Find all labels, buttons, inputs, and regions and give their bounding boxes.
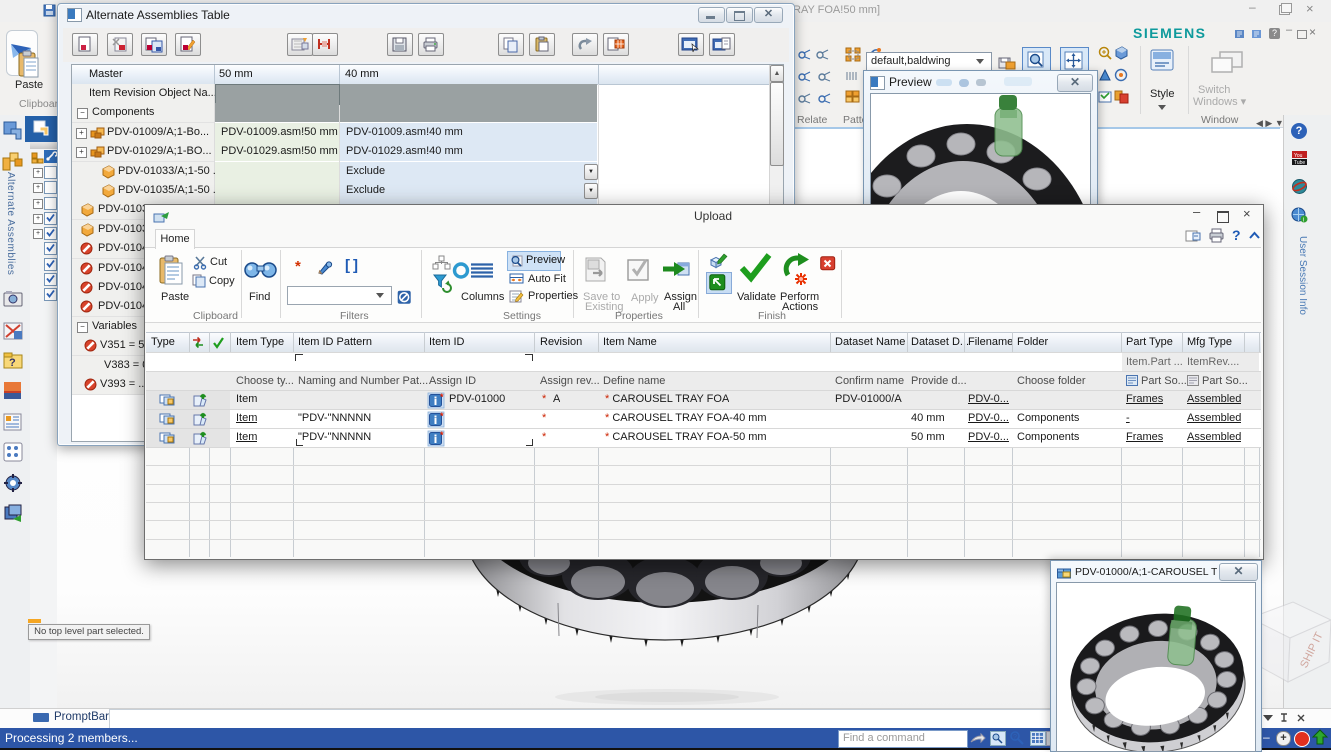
svg-text:You: You (1294, 153, 1303, 159)
svg-text:*: * (440, 392, 444, 402)
svg-text:?: ? (9, 357, 16, 369)
svg-text:i: i (1303, 218, 1304, 224)
svg-text:*: * (440, 411, 444, 421)
svg-text:*: * (440, 430, 444, 440)
svg-text:?: ? (1013, 734, 1017, 741)
svg-text:Tube: Tube (1294, 160, 1305, 166)
